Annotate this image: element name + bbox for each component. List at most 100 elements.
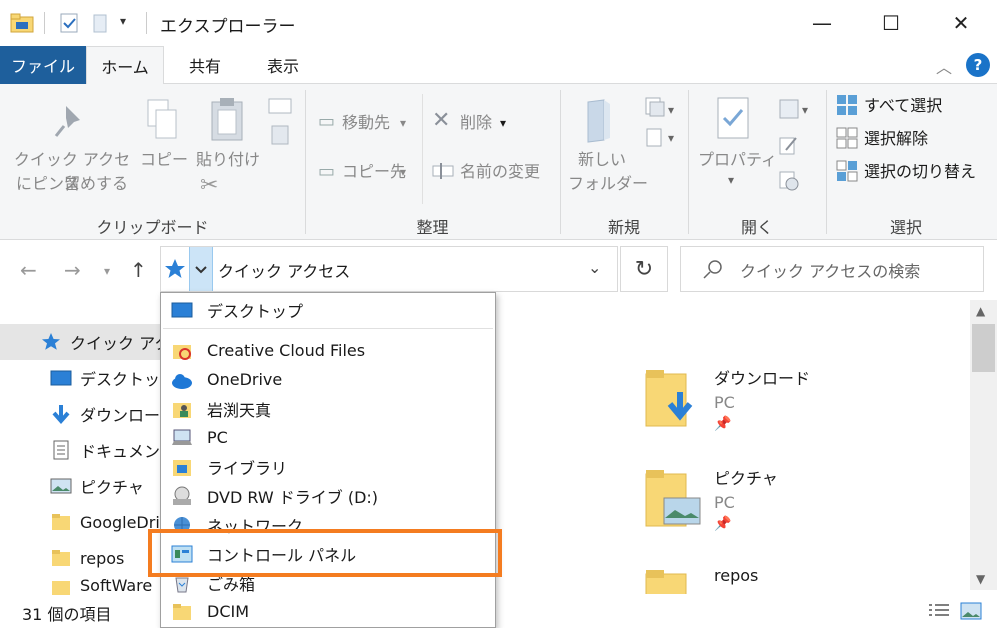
sidebar-item-label: クイック アクセス [70,334,160,353]
ribbon: クイック アクセス にピン留めする コピー 貼り付け ✂ クリップボード ▭ 移… [0,84,997,240]
delete-x-icon[interactable]: ✕ [432,109,450,133]
new-folder-label-2[interactable]: フォルダー [568,172,648,196]
rename-icon[interactable] [432,162,454,180]
forward-arrow-icon[interactable]: → [64,258,81,282]
open-chevron-icon[interactable]: ▾ [802,98,808,122]
copy-path-icon[interactable] [268,98,292,114]
quick-access-star-icon[interactable] [161,247,189,291]
move-to-chevron-icon[interactable]: ▾ [400,111,406,135]
desktop-icon [171,302,193,317]
edit-icon[interactable] [778,134,800,156]
tab-file[interactable]: ファイル [0,46,86,84]
onedrive-cloud-icon [172,373,192,389]
move-to-icon[interactable]: ▭ [318,110,335,134]
dropdown-item-creative-cloud[interactable]: Creative Cloud Files [161,336,495,365]
tab-home[interactable]: ホーム [86,46,164,85]
address-history-chevron-icon[interactable]: ⌄ [588,258,601,277]
tile-name[interactable]: ピクチャ [714,465,778,489]
refresh-icon[interactable]: ↻ [620,246,668,292]
properties-chevron-icon[interactable]: ▾ [728,168,734,192]
copy-button-label[interactable]: コピー [140,148,188,172]
copy-to-chevron-icon[interactable]: ▾ [400,160,406,184]
paste-icon[interactable] [208,96,248,142]
sidebar-item-documents[interactable]: ドキュメント [0,432,160,468]
picture-icon [50,478,72,494]
new-item-icon[interactable] [644,96,666,118]
sidebar-item-downloads[interactable]: ダウンロード [0,396,160,432]
paste-shortcut-icon[interactable] [270,124,290,146]
repos-folder-icon[interactable] [644,568,694,594]
scroll-down-chevron-icon[interactable]: ▼ [976,572,985,586]
pin-quick-access-label-2[interactable]: にピン留めする [12,172,132,196]
dropdown-item-dcim[interactable]: DCIM [161,597,495,626]
help-button[interactable]: ? [966,53,990,77]
maximize-button[interactable]: ☐ [856,0,926,46]
copy-to-button[interactable]: コピー先 [342,160,406,184]
address-path[interactable]: クイック アクセス [218,258,350,282]
invert-selection-icon[interactable] [836,160,858,182]
paste-button-label[interactable]: 貼り付け [196,148,260,172]
tab-view[interactable]: 表示 [248,46,318,84]
divider [44,12,45,34]
sidebar-item-googledrive[interactable]: GoogleDrive [0,504,160,540]
tile-name[interactable]: repos [714,566,758,585]
select-all-icon[interactable] [836,94,858,116]
easy-access-icon[interactable] [644,126,666,148]
dropdown-item-label: PC [207,428,228,447]
tab-share[interactable]: 共有 [170,46,240,84]
dropdown-item-user[interactable]: 岩渕天真 [161,394,495,423]
new-folder-label-1[interactable]: 新しい [578,148,626,172]
dropdown-item-libraries[interactable]: ライブラリ [161,452,495,481]
dropdown-item-dvd-drive[interactable]: DVD RW ドライブ (D:) [161,481,495,510]
highlight-box [148,529,502,577]
collapse-ribbon-chevron-icon[interactable]: ︿ [936,54,956,77]
new-folder-quick-icon[interactable] [92,12,110,34]
properties-check-icon[interactable] [58,12,80,34]
invert-selection-button[interactable]: 選択の切り替え [864,160,976,184]
downloads-folder-icon[interactable] [644,368,694,427]
dropdown-item-desktop[interactable]: デスクトップ [161,295,495,324]
sidebar-item-quick-access[interactable]: クイック アクセス [0,324,160,360]
group-new-label: 新規 [607,218,640,237]
properties-button-label[interactable]: プロパティ [698,148,777,172]
new-item-chevron-icon[interactable]: ▾ [668,98,674,122]
pictures-folder-icon[interactable] [644,468,701,527]
pin-icon[interactable] [52,102,88,142]
easy-access-chevron-icon[interactable]: ▾ [668,126,674,150]
minimize-button[interactable]: — [787,0,857,46]
move-to-button[interactable]: 移動先 [342,111,390,135]
group-open-label: 開く [740,218,773,237]
delete-chevron-icon[interactable]: ▾ [500,111,506,135]
open-icon[interactable] [778,98,800,120]
dropdown-item-pc[interactable]: PC [161,423,495,452]
select-none-icon[interactable] [836,127,858,149]
group-separator [305,90,306,234]
details-view-icon[interactable] [928,603,950,619]
history-icon[interactable] [778,170,800,192]
search-placeholder[interactable]: クイック アクセスの検索 [740,258,920,282]
copy-icon[interactable] [144,98,180,142]
properties-icon[interactable] [716,96,750,142]
sidebar-item-desktop[interactable]: デスクトップ [0,360,160,396]
tile-name[interactable]: ダウンロード [714,365,810,389]
cut-scissors-icon[interactable]: ✂ [200,174,218,198]
delete-button[interactable]: 削除 [460,111,492,135]
new-folder-icon[interactable] [584,98,614,144]
copy-to-icon[interactable]: ▭ [318,160,335,184]
address-dropdown-chevron-icon[interactable] [189,247,213,291]
scrollbar-thumb[interactable] [972,324,995,372]
sidebar-item-repos[interactable]: repos [0,540,160,576]
close-button[interactable]: ✕ [926,0,996,46]
recent-locations-chevron-icon[interactable]: ▾ [104,264,110,278]
rename-button[interactable]: 名前の変更 [460,160,540,184]
large-icons-view-icon[interactable] [960,602,982,620]
sidebar-item-software[interactable]: SoftWare [0,576,160,596]
dropdown-item-onedrive[interactable]: OneDrive [161,365,495,394]
scroll-up-chevron-icon[interactable]: ▲ [976,304,985,318]
up-arrow-icon[interactable]: ↑ [130,258,147,282]
customize-quick-access-chevron-icon[interactable]: ▾ [120,14,126,28]
back-arrow-icon[interactable]: ← [20,258,37,282]
select-none-button[interactable]: 選択解除 [864,127,928,151]
select-all-button[interactable]: すべて選択 [864,94,942,118]
sidebar-item-pictures[interactable]: ピクチャ [0,468,160,504]
